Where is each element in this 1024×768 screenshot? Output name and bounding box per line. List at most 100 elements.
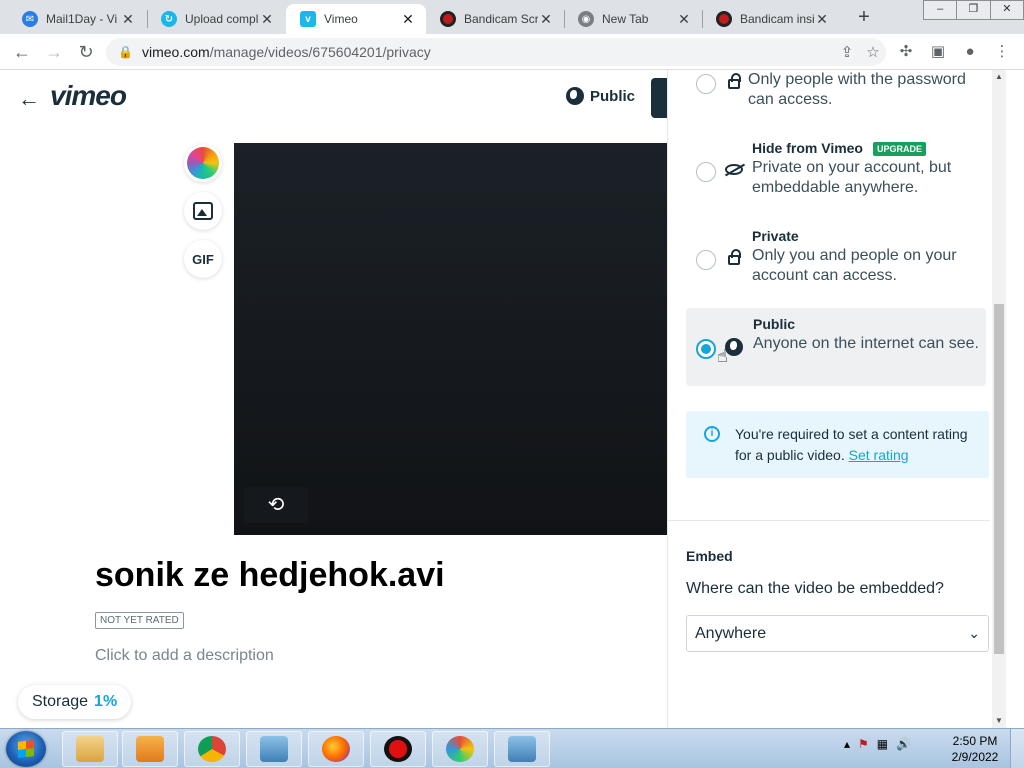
- menu-kebab-icon[interactable]: ⋮: [990, 40, 1014, 64]
- taskbar-bandicam[interactable]: [370, 731, 426, 767]
- start-button[interactable]: [6, 731, 46, 767]
- close-tab-icon[interactable]: ✕: [538, 11, 554, 28]
- secure-lock-icon[interactable]: 🔒: [118, 45, 133, 59]
- taskbar-photos-2[interactable]: [494, 731, 550, 767]
- upgrade-badge[interactable]: UPGRADE: [873, 142, 927, 156]
- action-center-icon[interactable]: ⚑: [858, 737, 869, 751]
- storage-value: 1%: [94, 693, 118, 710]
- embed-select[interactable]: Anywhere ⌄: [686, 615, 989, 652]
- taskbar-clock[interactable]: 2:50 PM 2/9/2022: [944, 733, 1006, 765]
- clock-time: 2:50 PM: [952, 734, 998, 748]
- rating-badge[interactable]: NOT YET RATED: [95, 612, 184, 629]
- close-tab-icon[interactable]: ✕: [400, 11, 416, 28]
- taskbar-photos[interactable]: [246, 731, 302, 767]
- lock-icon: [724, 248, 744, 266]
- scroll-up-icon[interactable]: ▲: [992, 70, 1006, 84]
- show-desktop-button[interactable]: [1010, 729, 1024, 768]
- bookmark-star-icon[interactable]: ☆: [860, 43, 886, 61]
- close-tab-icon[interactable]: ✕: [120, 11, 136, 28]
- radio-private[interactable]: [696, 250, 716, 270]
- bandicam-icon: [440, 11, 456, 27]
- forward-icon[interactable]: →: [42, 40, 66, 64]
- video-title[interactable]: sonik ze hedjehok.avi: [95, 556, 445, 595]
- taskbar-explorer[interactable]: [62, 731, 118, 767]
- taskbar-media-player[interactable]: [122, 731, 178, 767]
- tab-vimeo[interactable]: v Vimeo ✕: [286, 4, 426, 34]
- media-player-icon: [136, 736, 164, 762]
- tab-strip: ✉ Mail1Day - Vi ✕ ↻ Upload compl ✕ v Vim…: [0, 0, 1024, 34]
- tab-bandicam-install[interactable]: Bandicam insi ✕: [702, 4, 840, 34]
- replay-icon[interactable]: ⟲: [244, 487, 308, 523]
- new-tab-button[interactable]: +: [852, 6, 876, 28]
- folder-icon: [76, 736, 104, 762]
- system-tray: ▴ ⚑ ▦ 🔊: [844, 737, 919, 751]
- clock-date: 2/9/2022: [951, 750, 999, 764]
- description-field[interactable]: Click to add a description: [95, 647, 274, 665]
- scroll-down-icon[interactable]: ▼: [992, 714, 1006, 728]
- embed-question: Where can the video be embedded?: [686, 580, 944, 597]
- chrome-icon: [198, 736, 226, 762]
- storage-indicator[interactable]: Storage 1%: [18, 685, 132, 719]
- thumbnail-button[interactable]: [184, 192, 222, 230]
- set-rating-link[interactable]: Set rating: [849, 447, 909, 463]
- url-text[interactable]: vimeo.com/manage/videos/675604201/privac…: [142, 44, 834, 60]
- close-window-icon[interactable]: ✕: [989, 0, 1024, 20]
- tab-title: Mail1Day - Vi: [46, 12, 118, 26]
- bandicam-icon: [384, 736, 412, 762]
- section-divider: [668, 520, 990, 521]
- privacy-button[interactable]: Public: [566, 87, 635, 105]
- tab-new-tab[interactable]: ◉ New Tab ✕: [564, 4, 702, 34]
- close-tab-icon[interactable]: ✕: [259, 11, 275, 28]
- extensions-icon[interactable]: ✣: [894, 40, 918, 64]
- restore-icon[interactable]: ❐: [956, 0, 991, 20]
- tab-title: New Tab: [602, 12, 649, 26]
- radio-public[interactable]: [696, 339, 716, 359]
- color-picker-button[interactable]: [184, 144, 222, 182]
- option-desc: Anyone on the internet can see.: [753, 335, 979, 352]
- embed-select-value: Anywhere: [695, 624, 767, 642]
- privacy-option-public[interactable]: Public Anyone on the internet can see.: [686, 308, 986, 386]
- close-tab-icon[interactable]: ✕: [814, 11, 830, 28]
- gif-button[interactable]: GIF: [184, 240, 222, 278]
- tab-title: Vimeo: [324, 12, 358, 26]
- address-bar[interactable]: 🔒 vimeo.com/manage/videos/675604201/priv…: [106, 38, 886, 66]
- url-host: vimeo.com: [142, 44, 210, 60]
- radio-hide[interactable]: [696, 162, 716, 182]
- globe-icon: [566, 87, 584, 105]
- color-wheel-icon: [187, 147, 219, 179]
- network-icon[interactable]: ▦: [877, 737, 888, 751]
- tab-bandicam-screen[interactable]: Bandicam Scr ✕: [426, 4, 564, 34]
- windows-taskbar: ▴ ⚑ ▦ 🔊 2:50 PM 2/9/2022: [0, 728, 1024, 768]
- panel-scrollbar[interactable]: ▲ ▼: [992, 70, 1006, 728]
- taskbar-chrome[interactable]: [184, 731, 240, 767]
- privacy-panel: Only people with the password can access…: [667, 70, 1024, 728]
- radio-password[interactable]: [696, 74, 716, 94]
- tab-upload[interactable]: ↻ Upload compl ✕: [147, 4, 285, 34]
- privacy-option-password[interactable]: Only people with the password can access…: [686, 70, 986, 120]
- privacy-option-hide[interactable]: Hide from Vimeo UPGRADE Private on your a…: [686, 138, 986, 198]
- photo-viewer-icon: [508, 736, 536, 762]
- side-panel-icon[interactable]: ▣: [926, 40, 950, 64]
- close-tab-icon[interactable]: ✕: [676, 11, 692, 28]
- reload-icon[interactable]: ↻: [74, 40, 98, 64]
- mail1day-icon: ✉: [22, 11, 38, 27]
- scroll-thumb[interactable]: [994, 304, 1004, 654]
- window-controls: ‒ ❐ ✕: [923, 0, 1024, 20]
- profile-icon[interactable]: ●: [958, 40, 982, 64]
- video-player[interactable]: ⟲: [234, 143, 668, 535]
- taskbar-paint[interactable]: [432, 731, 488, 767]
- video-tools: GIF: [184, 144, 222, 288]
- privacy-option-private[interactable]: Private Only you and people on your acco…: [686, 226, 986, 286]
- back-arrow-icon[interactable]: ←: [18, 86, 40, 112]
- vimeo-logo[interactable]: vimeo: [50, 80, 127, 112]
- back-icon[interactable]: ←: [10, 40, 34, 64]
- share-icon[interactable]: ⇪: [834, 43, 860, 61]
- option-title: Public: [753, 316, 796, 332]
- chevron-down-icon: ⌄: [968, 625, 980, 641]
- tab-mail1day[interactable]: ✉ Mail1Day - Vi ✕: [8, 4, 146, 34]
- minimize-icon[interactable]: ‒: [923, 0, 958, 20]
- taskbar-firefox[interactable]: [308, 731, 364, 767]
- tray-expand-icon[interactable]: ▴: [844, 737, 850, 751]
- tab-title: Bandicam insi: [740, 12, 814, 26]
- volume-icon[interactable]: 🔊: [896, 737, 911, 751]
